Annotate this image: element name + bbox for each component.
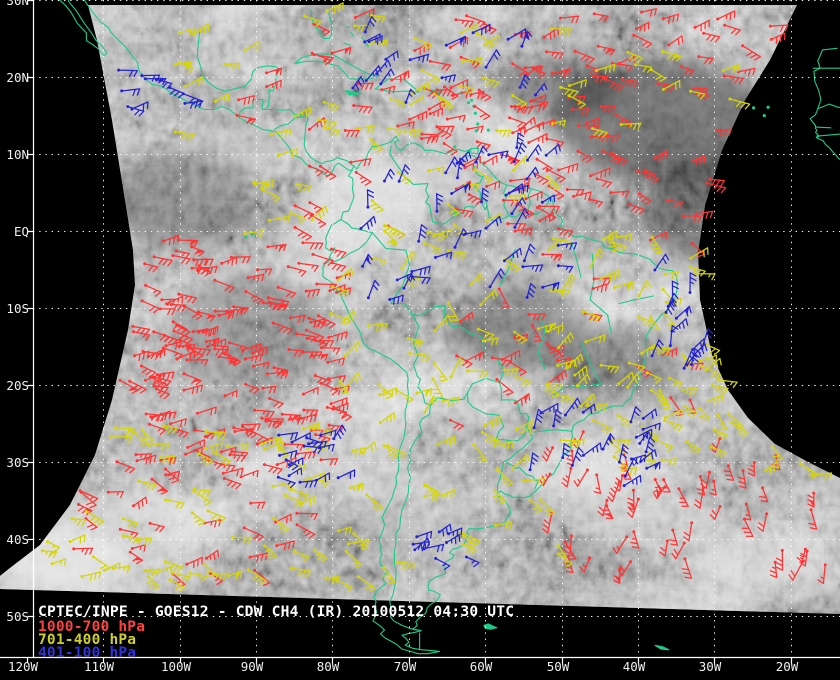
island-dot (487, 129, 490, 132)
island-dot (474, 112, 477, 115)
island-dot (467, 101, 470, 104)
border-gambia (816, 127, 831, 128)
satellite-wind-map: CPTEC/INPE - GOES12 - CDW CH4 (IR) 20100… (0, 0, 840, 680)
island-dot (470, 99, 473, 102)
island-dot (476, 122, 479, 125)
island-dot (752, 106, 755, 109)
island-dot (245, 236, 248, 239)
map-canvas (0, 0, 840, 680)
island-dot (767, 106, 770, 109)
coast-bahamas-1 (346, 27, 349, 28)
island-dot (763, 114, 766, 117)
island-dot (453, 145, 456, 148)
